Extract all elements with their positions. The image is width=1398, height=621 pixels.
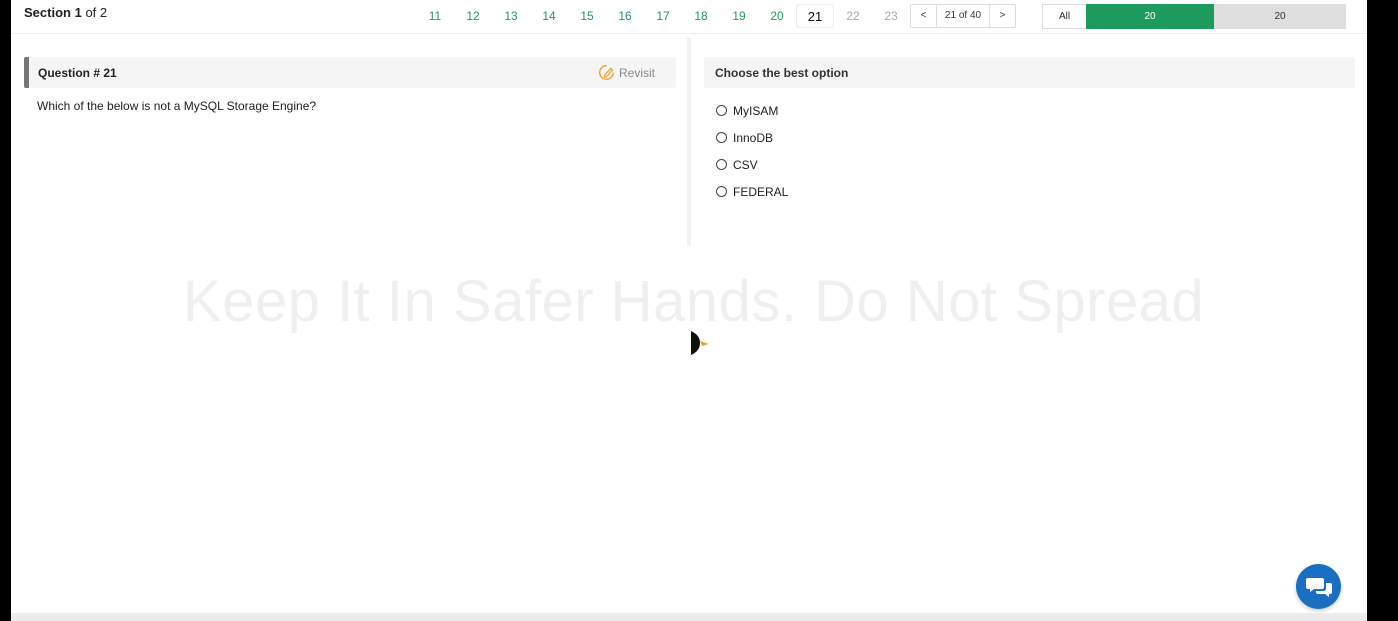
edit-pencil-icon <box>599 65 614 80</box>
next-question-button[interactable]: > <box>990 5 1015 27</box>
question-link[interactable]: 13 <box>492 4 530 28</box>
question-link[interactable]: 22 <box>834 4 872 28</box>
option-label: CSV <box>733 157 758 172</box>
question-filter: All 20 20 <box>1042 4 1346 29</box>
question-link[interactable]: 20 <box>758 4 796 28</box>
prev-question-button[interactable]: < <box>911 5 936 27</box>
exam-page: Section 1 of 2 11 12 13 14 15 16 17 18 1… <box>11 0 1367 621</box>
question-link[interactable]: 23 <box>872 4 910 28</box>
revisit-label: Revisit <box>619 65 656 80</box>
question-link[interactable]: 15 <box>568 4 606 28</box>
pane-divider <box>687 38 691 246</box>
section-total: of 2 <box>85 5 108 20</box>
question-link[interactable]: 16 <box>606 4 644 28</box>
question-text: Which of the below is not a MySQL Storag… <box>37 99 317 113</box>
question-link[interactable]: 18 <box>682 4 720 28</box>
option-item[interactable]: MyISAM <box>716 97 788 124</box>
options-title: Choose the best option <box>715 66 849 80</box>
option-label: InnoDB <box>733 130 774 145</box>
section-current: 1 <box>74 5 82 20</box>
bottom-strip <box>11 613 1367 621</box>
chat-bubbles-icon <box>1305 577 1332 597</box>
option-radio[interactable] <box>716 159 727 170</box>
filter-answered-button[interactable]: 20 <box>1086 4 1214 29</box>
section-word: Section <box>24 5 71 20</box>
question-pager: < 21 of 40 > <box>910 4 1016 28</box>
option-item[interactable]: FEDERAL <box>716 178 788 205</box>
option-item[interactable]: InnoDB <box>716 124 788 151</box>
option-label: FEDERAL <box>733 184 789 199</box>
question-link-current[interactable]: 21 <box>796 4 834 28</box>
filter-all-button[interactable]: All <box>1042 4 1086 29</box>
question-link[interactable]: 14 <box>530 4 568 28</box>
chat-button[interactable] <box>1296 564 1341 609</box>
option-item[interactable]: CSV <box>716 151 788 178</box>
question-count: 21 of 40 <box>936 5 990 27</box>
options-list: MyISAM InnoDB CSV FEDERAL <box>716 97 788 205</box>
top-navigation-bar: Section 1 of 2 11 12 13 14 15 16 17 18 1… <box>11 0 1367 34</box>
option-radio[interactable] <box>716 186 727 197</box>
question-header: Question # 21 Revisit <box>24 57 676 88</box>
question-link[interactable]: 19 <box>720 4 758 28</box>
question-number-nav: 11 12 13 14 15 16 17 18 19 20 21 22 23 <box>416 4 910 28</box>
section-indicator: Section 1 of 2 <box>24 5 107 20</box>
question-link[interactable]: 17 <box>644 4 682 28</box>
option-radio[interactable] <box>716 132 727 143</box>
option-radio[interactable] <box>716 105 727 116</box>
options-header: Choose the best option <box>704 57 1355 88</box>
watermark-text: Keep It In Safer Hands. Do Not Spread <box>183 269 1205 334</box>
filter-unanswered-button[interactable]: 20 <box>1214 4 1346 29</box>
question-link[interactable]: 12 <box>454 4 492 28</box>
option-label: MyISAM <box>733 103 779 118</box>
revisit-button[interactable]: Revisit <box>598 64 655 81</box>
question-title: Question # 21 <box>38 66 117 80</box>
mouse-pointer-icon <box>691 331 711 362</box>
question-link[interactable]: 11 <box>416 4 454 28</box>
